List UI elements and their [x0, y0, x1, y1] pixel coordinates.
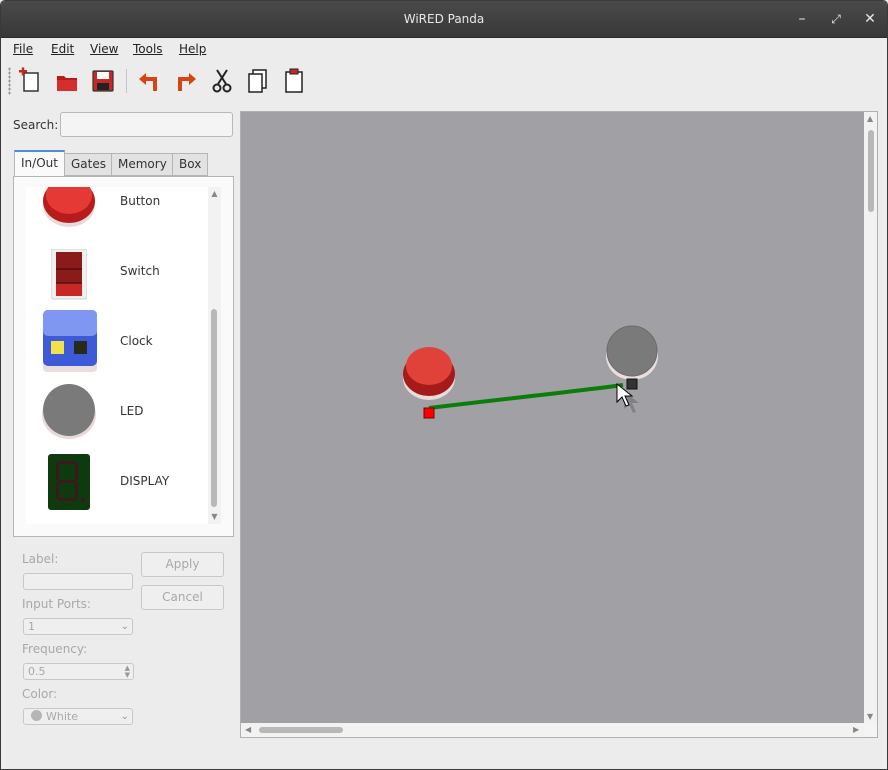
tab-in-out[interactable]: In/Out	[14, 150, 65, 177]
switch-icon	[51, 249, 87, 300]
chevron-down-icon: ⌄	[120, 711, 129, 722]
open-folder-icon[interactable]	[53, 67, 81, 95]
tab-gates[interactable]: Gates	[64, 153, 113, 176]
list-item-switch[interactable]: Switch	[26, 237, 208, 307]
menu-help-label: Help	[179, 42, 207, 56]
chevron-down-icon: ⌄	[120, 621, 129, 632]
menu-view-label: View	[90, 42, 119, 56]
list-item-display[interactable]: DISPLAY	[26, 447, 208, 517]
color-value: White	[46, 710, 78, 723]
canvas-hscroll-thumb[interactable]	[259, 727, 343, 733]
element-palette: Button Switch Clock LED DISPLAY ▲ ▼	[13, 176, 234, 537]
label-label: Label:	[22, 552, 59, 566]
list-item-label: Switch	[120, 264, 160, 278]
scroll-down-icon[interactable]: ▼	[867, 712, 873, 721]
scroll-down-icon[interactable]: ▼	[208, 512, 221, 521]
menu-bar: File Edit View Tools Help	[1, 39, 887, 61]
palette-scrollbar[interactable]: ▲ ▼	[208, 187, 221, 524]
canvas-view: ▲ ▼ ◀ ▶	[240, 111, 878, 738]
color-select[interactable]: White ⌄	[23, 708, 133, 725]
menu-file-label: File	[13, 42, 34, 56]
menu-edit-label: Edit	[51, 42, 75, 56]
menu-tools[interactable]: Tools	[133, 42, 163, 56]
list-item-button[interactable]: Button	[26, 187, 208, 237]
label-field[interactable]	[23, 573, 133, 590]
minimize-icon[interactable]: –	[793, 10, 811, 28]
tab-box[interactable]: Box	[172, 153, 209, 176]
frequency-value: 0.5	[28, 665, 46, 678]
scroll-up-icon[interactable]: ▲	[867, 114, 873, 123]
canvas-led[interactable]	[606, 325, 658, 380]
frequency-label: Frequency:	[22, 642, 88, 656]
menu-file[interactable]: File	[13, 42, 33, 56]
redo-icon[interactable]	[172, 67, 200, 95]
display-icon	[48, 454, 90, 510]
frequency-spinbox[interactable]: 0.5 ▲ ▼	[23, 663, 134, 680]
element-list: Button Switch Clock LED DISPLAY	[26, 187, 208, 524]
menu-edit[interactable]: Edit	[51, 42, 74, 56]
list-item-clock[interactable]: Clock	[26, 307, 208, 377]
input-ports-select[interactable]: 1 ⌄	[23, 618, 133, 635]
circuit-drawing	[403, 325, 658, 419]
apply-button[interactable]: Apply	[141, 552, 224, 577]
button-icon	[43, 187, 95, 227]
color-swatch-icon	[31, 710, 42, 721]
canvas-vertical-scrollbar[interactable]: ▲ ▼	[864, 112, 877, 723]
button-output-port[interactable]	[423, 407, 435, 419]
canvas-vscroll-thumb[interactable]	[868, 130, 874, 212]
list-item-led[interactable]: LED	[26, 377, 208, 447]
input-ports-label: Input Ports:	[22, 597, 91, 611]
led-icon	[42, 384, 96, 439]
cancel-button[interactable]: Cancel	[141, 585, 224, 610]
canvas-button[interactable]	[403, 347, 455, 400]
search-input[interactable]	[60, 112, 233, 137]
save-icon[interactable]	[89, 67, 117, 95]
title-bar[interactable]: WiRED Panda – ⤢ ✕	[1, 1, 887, 38]
list-item-label: Clock	[120, 334, 153, 348]
close-icon[interactable]: ✕	[861, 10, 879, 28]
scroll-up-icon[interactable]: ▲	[208, 189, 221, 198]
list-item-label: DISPLAY	[120, 474, 170, 488]
scroll-left-icon[interactable]: ◀	[245, 725, 251, 734]
menu-view[interactable]: View	[90, 42, 118, 56]
main-window: WiRED Panda – ⤢ ✕ File Edit View Tools H…	[0, 0, 888, 770]
palette-scroll-thumb[interactable]	[211, 309, 217, 507]
spin-arrows-icon[interactable]: ▲ ▼	[125, 665, 130, 679]
list-item-label: LED	[120, 404, 144, 418]
input-ports-value: 1	[28, 620, 35, 633]
canvas-wire[interactable]	[428, 383, 624, 410]
canvas-horizontal-scrollbar[interactable]: ◀ ▶	[241, 723, 864, 737]
toolbar	[1, 61, 887, 101]
maximize-icon[interactable]: ⤢	[827, 10, 845, 28]
toolbar-separator	[126, 69, 127, 93]
tab-memory[interactable]: Memory	[111, 153, 174, 176]
scroll-right-icon[interactable]: ▶	[853, 725, 859, 734]
window-title: WiRED Panda	[403, 12, 485, 26]
list-item-label: Button	[120, 194, 161, 208]
led-input-port[interactable]	[626, 378, 638, 390]
undo-icon[interactable]	[135, 67, 163, 95]
color-label: Color:	[22, 687, 58, 701]
cut-icon[interactable]	[208, 67, 236, 95]
paste-icon[interactable]	[280, 67, 308, 95]
search-label: Search:	[13, 118, 59, 132]
copy-icon[interactable]	[244, 67, 272, 95]
toolbar-grip[interactable]	[8, 67, 11, 95]
clock-icon	[43, 310, 97, 372]
menu-tools-label: Tools	[133, 42, 163, 56]
new-file-icon[interactable]	[16, 67, 44, 95]
circuit-canvas[interactable]	[241, 112, 864, 723]
menu-help[interactable]: Help	[179, 42, 206, 56]
